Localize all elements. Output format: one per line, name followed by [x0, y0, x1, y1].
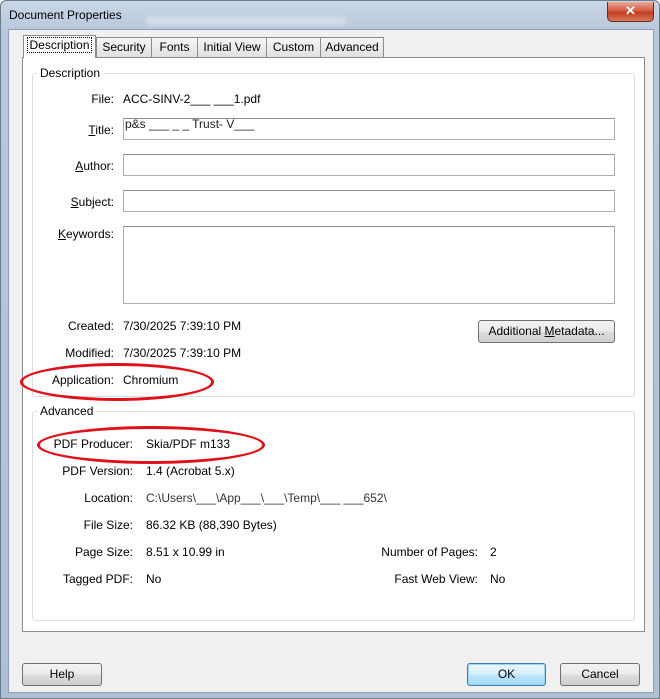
subject-label: Subject: [71, 195, 114, 209]
subject-field[interactable] [123, 190, 615, 212]
pdf-version-label: PDF Version: [62, 464, 133, 478]
tab-custom[interactable]: Custom [266, 37, 321, 57]
number-of-pages-label: Number of Pages: [381, 545, 478, 559]
additional-metadata-button[interactable]: Additional Metadata... [478, 320, 615, 343]
keywords-label-rest: eywords: [65, 227, 114, 241]
subject-label-key: S [70, 195, 79, 209]
metadata-button-prefix: Additional [488, 324, 545, 338]
tab-security[interactable]: Security [96, 37, 152, 57]
title-bar[interactable]: Document Properties ✕ [1, 1, 659, 29]
author-label-rest: uthor: [83, 159, 114, 173]
subject-label-rest: ubject: [78, 195, 114, 209]
tagged-pdf-label: Tagged PDF: [62, 572, 133, 586]
title-field-value: p&s ___ _ _ Trust- V___ [125, 117, 255, 131]
tab-advanced[interactable]: Advanced [320, 37, 384, 57]
fast-web-view-value: No [490, 572, 506, 586]
window-title: Document Properties [9, 8, 122, 22]
background-window-title-blur [146, 17, 346, 25]
location-label: Location: [84, 491, 133, 505]
metadata-button-key: M [544, 324, 555, 338]
help-button[interactable]: Help [22, 663, 102, 686]
created-value: 7/30/2025 7:39:10 PM [123, 319, 242, 333]
author-field[interactable] [123, 154, 615, 176]
page-size-value: 8.51 x 10.99 in [146, 545, 225, 559]
author-label: Author: [75, 159, 114, 173]
keywords-label-key: K [57, 227, 66, 241]
keywords-label: Keywords: [58, 227, 114, 241]
title-label: Title: [88, 123, 114, 137]
keywords-field[interactable] [123, 226, 615, 304]
modified-label: Modified: [65, 346, 114, 360]
dialog-client-area: Description Security Fonts Initial View … [8, 29, 654, 693]
file-size-label: File Size: [83, 518, 133, 532]
advanced-group-title: Advanced [37, 404, 97, 418]
modified-value: 7/30/2025 7:39:10 PM [123, 346, 242, 360]
file-size-value: 86.32 KB (88,390 Bytes) [146, 518, 277, 532]
fast-web-view-label: Fast Web View: [394, 572, 478, 586]
producer-highlight-ellipse [37, 426, 265, 464]
title-label-rest: itle: [95, 123, 114, 137]
ok-button[interactable]: OK [467, 663, 546, 686]
cancel-button[interactable]: Cancel [560, 663, 640, 686]
tab-description-label: Description [27, 37, 92, 53]
application-highlight-ellipse [20, 363, 214, 401]
metadata-button-rest: etadata... [554, 324, 605, 338]
page-size-label: Page Size: [74, 545, 133, 559]
tab-fonts[interactable]: Fonts [151, 37, 198, 57]
pdf-version-value: 1.4 (Acrobat 5.x) [146, 464, 235, 478]
file-value: ACC-SINV-2___ ___1.pdf [123, 92, 261, 106]
created-label: Created: [67, 319, 114, 333]
description-tab-panel: Description File: ACC-SINV-2___ ___1.pdf… [20, 57, 645, 632]
file-label: File: [91, 92, 114, 106]
title-field[interactable]: p&s ___ _ _ Trust- V___ [123, 117, 615, 140]
document-properties-window: Document Properties ✕ Description Securi… [0, 0, 660, 699]
location-value: C:\Users\___\App___\___\Temp\___ ___652\ [146, 491, 387, 505]
tagged-pdf-value: No [146, 572, 162, 586]
tab-description[interactable]: Description [23, 35, 96, 58]
number-of-pages-value: 2 [490, 545, 497, 559]
close-button[interactable]: ✕ [607, 2, 654, 22]
tab-initial-view[interactable]: Initial View [197, 37, 267, 57]
description-group-title: Description [37, 66, 104, 80]
